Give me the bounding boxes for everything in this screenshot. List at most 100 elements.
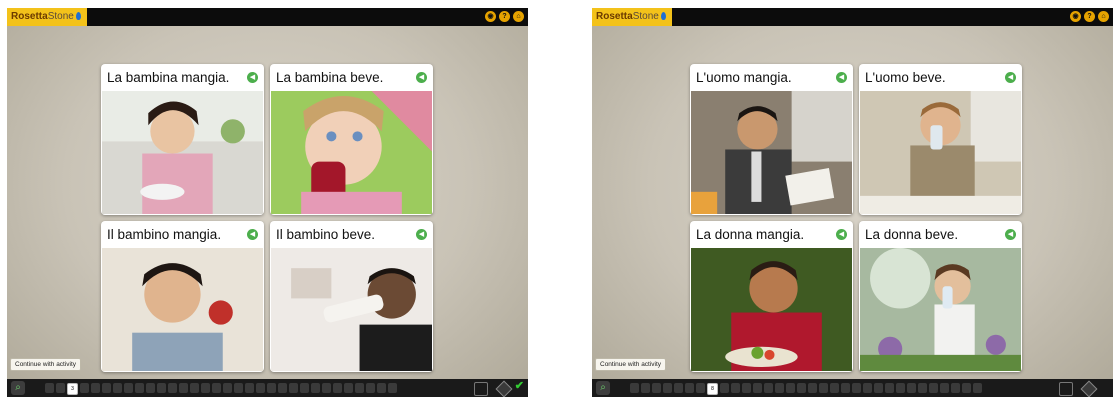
picture-card[interactable]: Il bambino mangia. ◀: [101, 221, 264, 372]
step-item[interactable]: [234, 383, 243, 393]
step-item[interactable]: [696, 383, 705, 393]
step-item[interactable]: [863, 383, 872, 393]
step-item[interactable]: [245, 383, 254, 393]
step-item[interactable]: [267, 383, 276, 393]
step-item[interactable]: [907, 383, 916, 393]
step-navigator: 8: [630, 383, 982, 395]
picture-card[interactable]: L'uomo beve. ◀: [859, 64, 1022, 215]
step-item[interactable]: [388, 383, 397, 393]
step-item[interactable]: [731, 383, 740, 393]
step-item[interactable]: [355, 383, 364, 393]
step-item[interactable]: [91, 383, 100, 393]
step-item[interactable]: [146, 383, 155, 393]
step-item[interactable]: [641, 383, 650, 393]
step-item[interactable]: [377, 383, 386, 393]
step-item[interactable]: [135, 383, 144, 393]
help-icon[interactable]: ?: [499, 11, 510, 22]
end-box[interactable]: [1059, 382, 1073, 396]
step-item[interactable]: [929, 383, 938, 393]
step-item[interactable]: [201, 383, 210, 393]
picture-card[interactable]: La bambina beve. ◀: [270, 64, 433, 215]
step-item[interactable]: [256, 383, 265, 393]
step-item[interactable]: [223, 383, 232, 393]
step-item[interactable]: [124, 383, 133, 393]
step-item[interactable]: [951, 383, 960, 393]
step-item[interactable]: [896, 383, 905, 393]
diamond-nav-icon[interactable]: [495, 380, 513, 397]
step-item[interactable]: [344, 383, 353, 393]
top-bar: RosettaStone ◉ ? ⌂: [592, 8, 1113, 26]
step-item[interactable]: [102, 383, 111, 393]
step-item[interactable]: [808, 383, 817, 393]
speaker-icon[interactable]: ◀: [247, 229, 258, 240]
step-item[interactable]: [300, 383, 309, 393]
step-item[interactable]: [819, 383, 828, 393]
home-icon[interactable]: ⌂: [513, 11, 524, 22]
step-item[interactable]: [797, 383, 806, 393]
step-item[interactable]: [830, 383, 839, 393]
picture-card[interactable]: Il bambino beve. ◀: [270, 221, 433, 372]
voice-icon[interactable]: ◉: [485, 11, 496, 22]
step-item[interactable]: [80, 383, 89, 393]
speaker-icon[interactable]: ◀: [416, 72, 427, 83]
step-item[interactable]: [775, 383, 784, 393]
magnifier-icon[interactable]: ⌕: [11, 381, 25, 395]
home-icon[interactable]: ⌂: [1098, 11, 1109, 22]
speaker-icon[interactable]: ◀: [836, 229, 847, 240]
speaker-icon[interactable]: ◀: [416, 229, 427, 240]
step-item[interactable]: [720, 383, 729, 393]
voice-icon[interactable]: ◉: [1070, 11, 1081, 22]
photo-boy-eating: [102, 248, 263, 371]
step-item[interactable]: [918, 383, 927, 393]
help-icon[interactable]: ?: [1084, 11, 1095, 22]
step-item[interactable]: [652, 383, 661, 393]
card-caption: Il bambino beve.: [276, 227, 376, 242]
current-step[interactable]: 8: [707, 383, 718, 395]
step-item[interactable]: [940, 383, 949, 393]
step-item[interactable]: [157, 383, 166, 393]
step-item[interactable]: [278, 383, 287, 393]
step-item[interactable]: [674, 383, 683, 393]
end-box[interactable]: [474, 382, 488, 396]
picture-card[interactable]: La donna mangia. ◀: [690, 221, 853, 372]
step-item[interactable]: [742, 383, 751, 393]
magnifier-icon[interactable]: ⌕: [596, 381, 610, 395]
step-item[interactable]: [852, 383, 861, 393]
step-item[interactable]: [56, 383, 65, 393]
step-item[interactable]: [663, 383, 672, 393]
step-item[interactable]: [366, 383, 375, 393]
step-item[interactable]: [885, 383, 894, 393]
step-item[interactable]: [962, 383, 971, 393]
check-icon[interactable]: ✔: [515, 379, 524, 392]
rosetta-stone-logo: RosettaStone: [592, 8, 672, 26]
step-item[interactable]: [764, 383, 773, 393]
step-item[interactable]: [113, 383, 122, 393]
speaker-icon[interactable]: ◀: [247, 72, 258, 83]
picture-card[interactable]: La bambina mangia. ◀: [101, 64, 264, 215]
card-grid: La bambina mangia. ◀ La bambina beve. ◀ Il…: [101, 64, 433, 372]
step-item[interactable]: [45, 383, 54, 393]
step-item[interactable]: [333, 383, 342, 393]
speaker-icon[interactable]: ◀: [1005, 72, 1016, 83]
speaker-icon[interactable]: ◀: [836, 72, 847, 83]
step-item[interactable]: [973, 383, 982, 393]
step-item[interactable]: [179, 383, 188, 393]
step-item[interactable]: [685, 383, 694, 393]
step-item[interactable]: [786, 383, 795, 393]
step-item[interactable]: [212, 383, 221, 393]
step-item[interactable]: [190, 383, 199, 393]
speaker-icon[interactable]: ◀: [1005, 229, 1016, 240]
right-screen: RosettaStone ◉ ? ⌂ L'uomo mangia. ◀ L'uom…: [592, 8, 1113, 397]
picture-card[interactable]: La donna beve. ◀: [859, 221, 1022, 372]
step-item[interactable]: [753, 383, 762, 393]
diamond-nav-icon[interactable]: [1080, 380, 1098, 397]
step-item[interactable]: [841, 383, 850, 393]
step-item[interactable]: [322, 383, 331, 393]
current-step[interactable]: 3: [67, 383, 78, 395]
picture-card[interactable]: L'uomo mangia. ◀: [690, 64, 853, 215]
step-item[interactable]: [311, 383, 320, 393]
step-item[interactable]: [168, 383, 177, 393]
step-item[interactable]: [289, 383, 298, 393]
step-item[interactable]: [874, 383, 883, 393]
step-item[interactable]: [630, 383, 639, 393]
